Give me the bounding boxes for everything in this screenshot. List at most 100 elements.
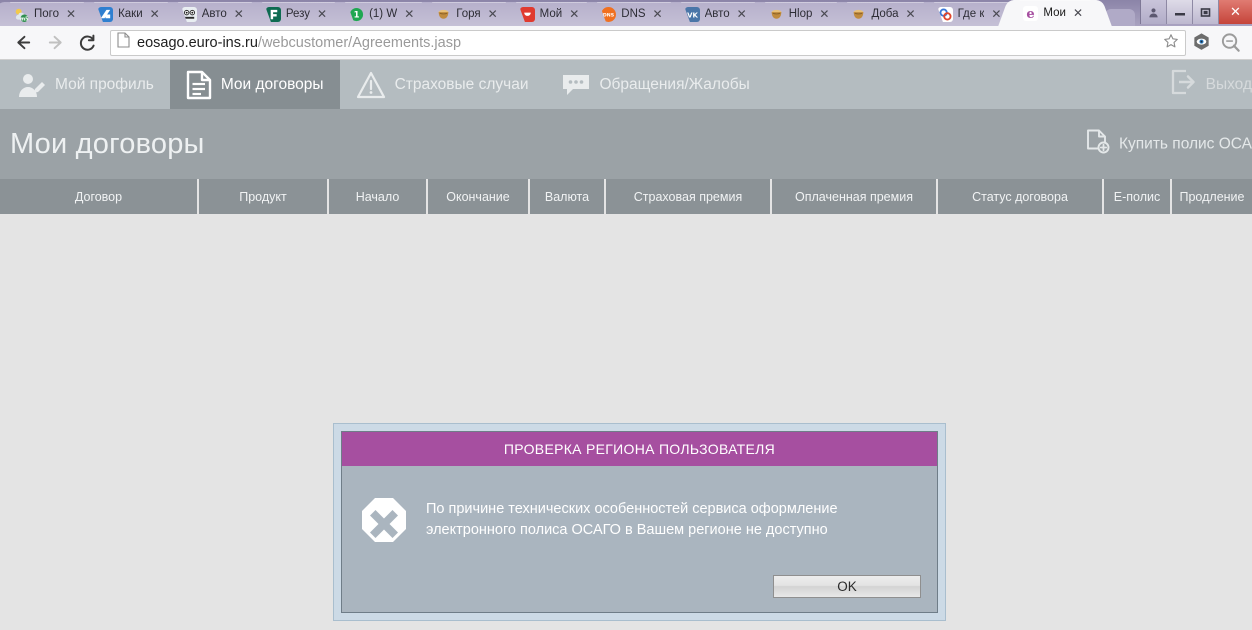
browser-toolbar: eosago.euro-ins.ru/webcustomer/Agreement…	[0, 26, 1252, 60]
table-column-header[interactable]: Договор	[0, 179, 199, 214]
dialog-body: По причине технических особенностей серв…	[342, 466, 937, 575]
svg-text:DNS: DNS	[603, 12, 615, 18]
page-header: Мои договоры Купить полис ОСА	[0, 109, 1252, 179]
euro-ins-e-icon: e	[1023, 5, 1039, 21]
nav-item-label: Обращения/Жалобы	[599, 75, 750, 93]
svg-text:1: 1	[354, 9, 360, 19]
forward-button[interactable]	[40, 28, 70, 58]
search-extension-button[interactable]	[1217, 28, 1244, 58]
page-title: Мои договоры	[10, 127, 205, 160]
browser-tab[interactable]: m5 Пого ✕	[0, 2, 95, 26]
table-column-header[interactable]: Статус договора	[938, 179, 1104, 214]
browser-tab-title: Где к	[957, 8, 985, 20]
page-info-document-icon[interactable]	[117, 32, 130, 53]
svg-text:m5: m5	[20, 16, 29, 22]
browser-tab-title: DNS	[621, 8, 646, 20]
error-octagon-x-icon	[360, 496, 408, 549]
nav-item-4[interactable]: Обращения/Жалобы	[545, 60, 766, 109]
tab-close-icon[interactable]: ✕	[317, 8, 327, 20]
restore-icon	[1200, 8, 1210, 17]
minimize-icon	[1174, 13, 1185, 16]
dialog-message-line-2: электронного полиса ОСАГО в Вашем регион…	[426, 522, 828, 539]
browser-tab-title: Авто	[704, 8, 730, 20]
region-check-dialog: ПРОВЕРКА РЕГИОНА ПОЛЬЗОВАТЕЛЯ По причине…	[333, 423, 946, 621]
table-column-header[interactable]: Продление	[1172, 179, 1252, 214]
search-magnifier-icon	[1221, 33, 1240, 52]
browser-tab-active[interactable]: e Мои ✕	[1009, 0, 1102, 26]
logout-link[interactable]: Выход	[1155, 60, 1252, 109]
browser-tabstrip-bar: m5 Пого ✕ Каки ✕ Авто ✕ Резу ✕ 1 (1) W ✕ Горя ✕ Мой ✕ DN…	[0, 0, 1252, 26]
minimize-button[interactable]	[1166, 0, 1192, 24]
tab-close-icon[interactable]: ✕	[653, 8, 663, 20]
url-text: eosago.euro-ins.ru/webcustomer/Agreement…	[137, 35, 461, 51]
weather-m5-icon: m5	[14, 7, 29, 22]
back-button[interactable]	[8, 28, 38, 58]
browser-tab-title: Мой	[539, 8, 563, 20]
browser-tab-title: Резу	[285, 8, 311, 20]
url-host: eosago.euro-ins.ru	[137, 34, 258, 51]
svg-text:e: e	[1027, 7, 1035, 21]
tab-close-icon[interactable]: ✕	[906, 8, 916, 20]
dialog-footer: OK	[342, 575, 937, 612]
eye-icon	[1194, 33, 1209, 50]
browser-tab-title: Пого	[34, 8, 59, 20]
nav-item-2[interactable]: Мои договоры	[169, 60, 340, 109]
tab-close-icon[interactable]: ✕	[569, 8, 579, 20]
user-account-button[interactable]	[1140, 0, 1166, 24]
user-profile-icon	[16, 70, 46, 100]
address-bar[interactable]: eosago.euro-ins.ru/webcustomer/Agreement…	[110, 29, 1186, 56]
dialog-message: По причине технических особенностей серв…	[426, 496, 838, 541]
nav-item-label: Мой профиль	[55, 75, 154, 93]
close-window-glyph: ✕	[1230, 4, 1241, 19]
tab-close-icon[interactable]: ✕	[488, 8, 498, 20]
browser-tab-title: Доба	[871, 8, 899, 20]
browser-tab-title: Мои	[1043, 7, 1066, 19]
browser-tab-title: Авто	[201, 8, 227, 20]
reload-button[interactable]	[72, 28, 102, 58]
back-arrow-icon	[16, 35, 30, 50]
table-column-header[interactable]: Страховая премия	[606, 179, 772, 214]
restore-button[interactable]	[1192, 0, 1218, 24]
person-icon	[1149, 7, 1158, 17]
table-column-header[interactable]: Валюта	[530, 179, 606, 214]
speech-bubble-icon	[561, 72, 591, 98]
table-column-header[interactable]: Окончание	[428, 179, 530, 214]
table-column-header[interactable]: Е-полис	[1104, 179, 1172, 214]
close-window-button[interactable]: ✕	[1218, 0, 1252, 24]
eye-extension-button[interactable]	[1188, 28, 1215, 58]
logout-arrow-icon	[1169, 68, 1197, 101]
nav-item-label: Страховые случаи	[394, 75, 529, 93]
agreements-table-header: Договор Продукт Начало Окончание Валюта Страх…	[0, 179, 1252, 214]
warning-triangle-icon	[356, 71, 386, 99]
tab-strip: m5 Пого ✕ Каки ✕ Авто ✕ Резу ✕ 1 (1) W ✕ Горя ✕ Мой ✕ DN…	[0, 0, 1136, 26]
tab-close-icon[interactable]: ✕	[404, 8, 414, 20]
table-column-header[interactable]: Начало	[329, 179, 428, 214]
table-column-header[interactable]: Продукт	[199, 179, 329, 214]
logout-label: Выход	[1205, 75, 1252, 93]
table-column-header[interactable]: Оплаченная премия	[772, 179, 938, 214]
tab-close-icon[interactable]: ✕	[737, 8, 747, 20]
dialog-ok-button[interactable]: OK	[773, 575, 921, 598]
browser-tab-title: Горя	[456, 8, 481, 20]
buy-policy-label: Купить полис ОСА	[1119, 135, 1252, 152]
browser-tab-title: Каки	[118, 8, 143, 20]
nav-item-1[interactable]: Мой профиль	[0, 60, 170, 109]
dialog-message-line-1: По причине технических особенностей серв…	[426, 501, 838, 517]
forward-arrow-icon	[48, 35, 62, 50]
window-controls: ✕	[1140, 0, 1252, 24]
add-document-icon	[1086, 129, 1110, 160]
site-navigation-bar: Мой профиль Мои договоры Страховые случаи О…	[0, 60, 1252, 109]
dialog-inner-frame: ПРОВЕРКА РЕГИОНА ПОЛЬЗОВАТЕЛЯ По причине…	[341, 431, 938, 613]
nav-item-3[interactable]: Страховые случаи	[340, 60, 545, 109]
browser-tab-title: Hlop	[788, 8, 813, 20]
tab-close-icon[interactable]: ✕	[234, 8, 244, 20]
bookmark-star-icon[interactable]	[1163, 33, 1179, 53]
document-icon	[186, 70, 212, 100]
browser-tab-title: (1) W	[369, 8, 398, 20]
tab-close-icon[interactable]: ✕	[819, 8, 829, 20]
tab-close-icon[interactable]: ✕	[1073, 7, 1083, 19]
tab-close-icon[interactable]: ✕	[66, 8, 76, 20]
url-path: /webcustomer/Agreements.jasp	[257, 34, 462, 51]
tab-close-icon[interactable]: ✕	[150, 8, 160, 20]
buy-policy-link[interactable]: Купить полис ОСА	[1086, 129, 1252, 160]
